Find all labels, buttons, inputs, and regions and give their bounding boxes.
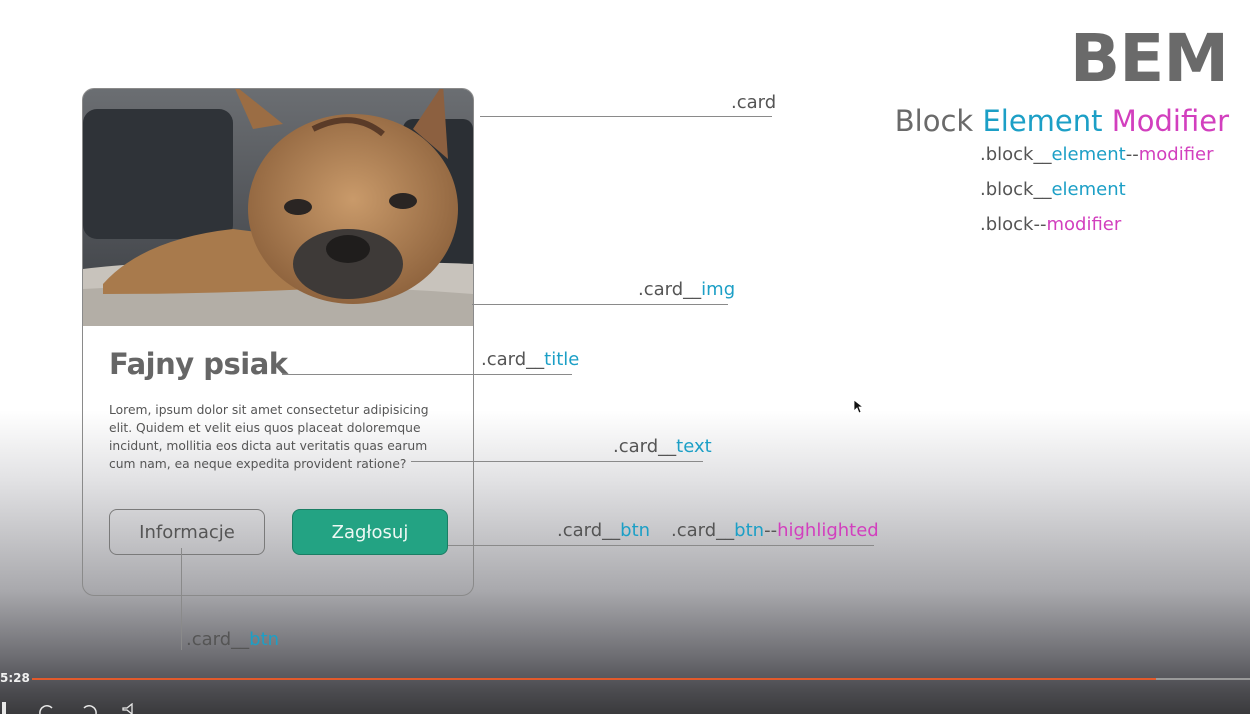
example-sep: -- (1033, 214, 1047, 235)
mouse-cursor-icon (854, 400, 864, 414)
label-modifier: highlighted (777, 520, 879, 541)
forward-10-icon[interactable] (80, 702, 100, 714)
dog-photo (83, 89, 473, 326)
example-modifier: modifier (1046, 214, 1122, 235)
vote-button[interactable]: Zagłosuj (292, 509, 448, 555)
card-title: Fajny psiak (109, 347, 288, 381)
label-card-text: .card__text (613, 436, 712, 457)
label-card-img: .card__img (638, 279, 735, 300)
subtitle-block: Block (894, 104, 974, 138)
volume-icon[interactable] (122, 703, 138, 714)
btn-vertical-leader-line (181, 548, 182, 650)
btn-leader-line (448, 545, 874, 546)
label-element: text (676, 436, 712, 457)
text-leader-line (411, 461, 703, 462)
dog-illustration (83, 89, 473, 326)
card-text: Lorem, ipsum dolor sit amet consectetur … (109, 403, 429, 471)
label-element: title (544, 349, 580, 370)
label-card-btn-highlighted: .card__btn--highlighted (671, 520, 879, 541)
label-card-btn: .card__btn (557, 520, 650, 541)
bem-example-modifier: .block--modifier (980, 214, 1121, 235)
example-modifier: modifier (1138, 144, 1214, 165)
example-element: element (1051, 144, 1126, 165)
rewind-10-icon[interactable] (36, 702, 56, 714)
label-prefix: .card__ (557, 520, 621, 541)
example-sep: __ (1033, 179, 1052, 200)
label-element: img (701, 279, 736, 300)
card-leader-line (480, 116, 772, 117)
label-prefix: .card__ (481, 349, 545, 370)
label-prefix: .card__ (671, 520, 735, 541)
example-block: .block (980, 144, 1034, 165)
current-time: 5:28 (0, 671, 30, 685)
label-element: btn (734, 520, 765, 541)
bem-example-element: .block__element (980, 179, 1126, 200)
info-button[interactable]: Informacje (109, 509, 265, 555)
label-prefix: .card__ (613, 436, 677, 457)
example-block: .block (980, 179, 1034, 200)
example-block: .block (980, 214, 1034, 235)
label-card: .card (731, 92, 777, 113)
label-prefix: .card__ (638, 279, 702, 300)
label-prefix: .card__ (186, 629, 250, 650)
subtitle-element: Element (982, 104, 1103, 138)
label-sep: -- (764, 520, 778, 541)
bem-subtitle: Block Element Modifier (895, 104, 1229, 138)
play-pause-icon[interactable] (2, 702, 6, 714)
label-card-title: .card__title (481, 349, 579, 370)
title-leader-line (282, 374, 572, 375)
progress-bar-fill (32, 678, 1156, 680)
example-element: element (1051, 179, 1126, 200)
bem-example-full: .block__element--modifier (980, 144, 1214, 165)
example-sep: __ (1033, 144, 1052, 165)
label-element: btn (249, 629, 280, 650)
label-card-btn-bottom: .card__btn (186, 629, 279, 650)
label-element: btn (620, 520, 651, 541)
subtitle-modifier: Modifier (1111, 104, 1229, 138)
img-leader-line (472, 304, 728, 305)
card: Fajny psiak Lorem, ipsum dolor sit amet … (82, 88, 474, 596)
bem-title: BEM (1069, 20, 1229, 97)
example-sep: -- (1125, 144, 1139, 165)
